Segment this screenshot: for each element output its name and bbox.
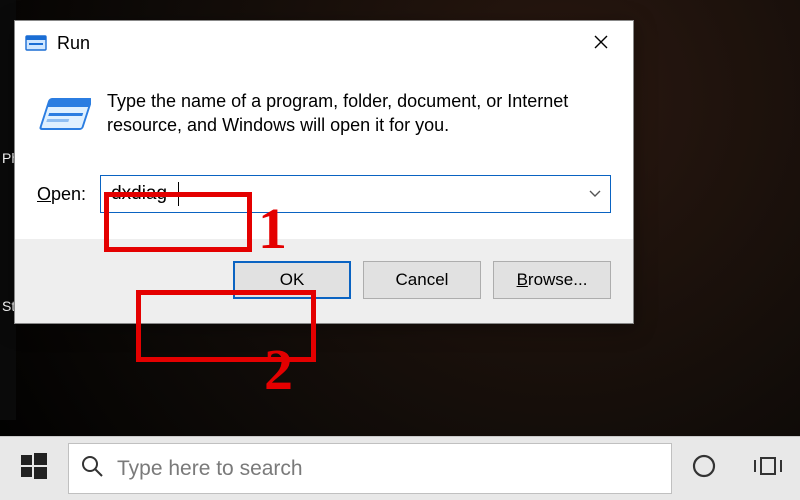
open-label: Open: [37, 184, 86, 205]
run-large-icon [37, 89, 91, 143]
search-placeholder: Type here to search [117, 457, 303, 481]
task-view-button[interactable] [736, 437, 800, 500]
start-button[interactable] [0, 437, 68, 500]
open-row: Open: [15, 167, 633, 239]
search-icon [81, 455, 103, 482]
windows-logo-icon [21, 453, 47, 484]
close-icon [594, 32, 608, 55]
dialog-body: Type the name of a program, folder, docu… [15, 65, 633, 167]
titlebar[interactable]: Run [15, 21, 633, 65]
open-input[interactable] [100, 175, 611, 213]
window-title: Run [57, 33, 575, 54]
task-view-icon [754, 455, 782, 482]
open-combobox[interactable] [100, 175, 611, 213]
text-caret [178, 182, 179, 206]
browse-button[interactable]: Browse... [493, 261, 611, 299]
run-icon [25, 32, 47, 54]
taskbar: Type here to search [0, 436, 800, 500]
cortana-icon [691, 453, 717, 484]
taskbar-search[interactable]: Type here to search [68, 443, 672, 494]
ok-button[interactable]: OK [233, 261, 351, 299]
cancel-button[interactable]: Cancel [363, 261, 481, 299]
run-dialog: Run Type the name of a program, folder, … [14, 20, 634, 324]
dialog-footer: OK Cancel Browse... [15, 239, 633, 323]
dialog-description: Type the name of a program, folder, docu… [107, 89, 611, 143]
close-button[interactable] [575, 25, 627, 61]
cortana-button[interactable] [672, 437, 736, 500]
